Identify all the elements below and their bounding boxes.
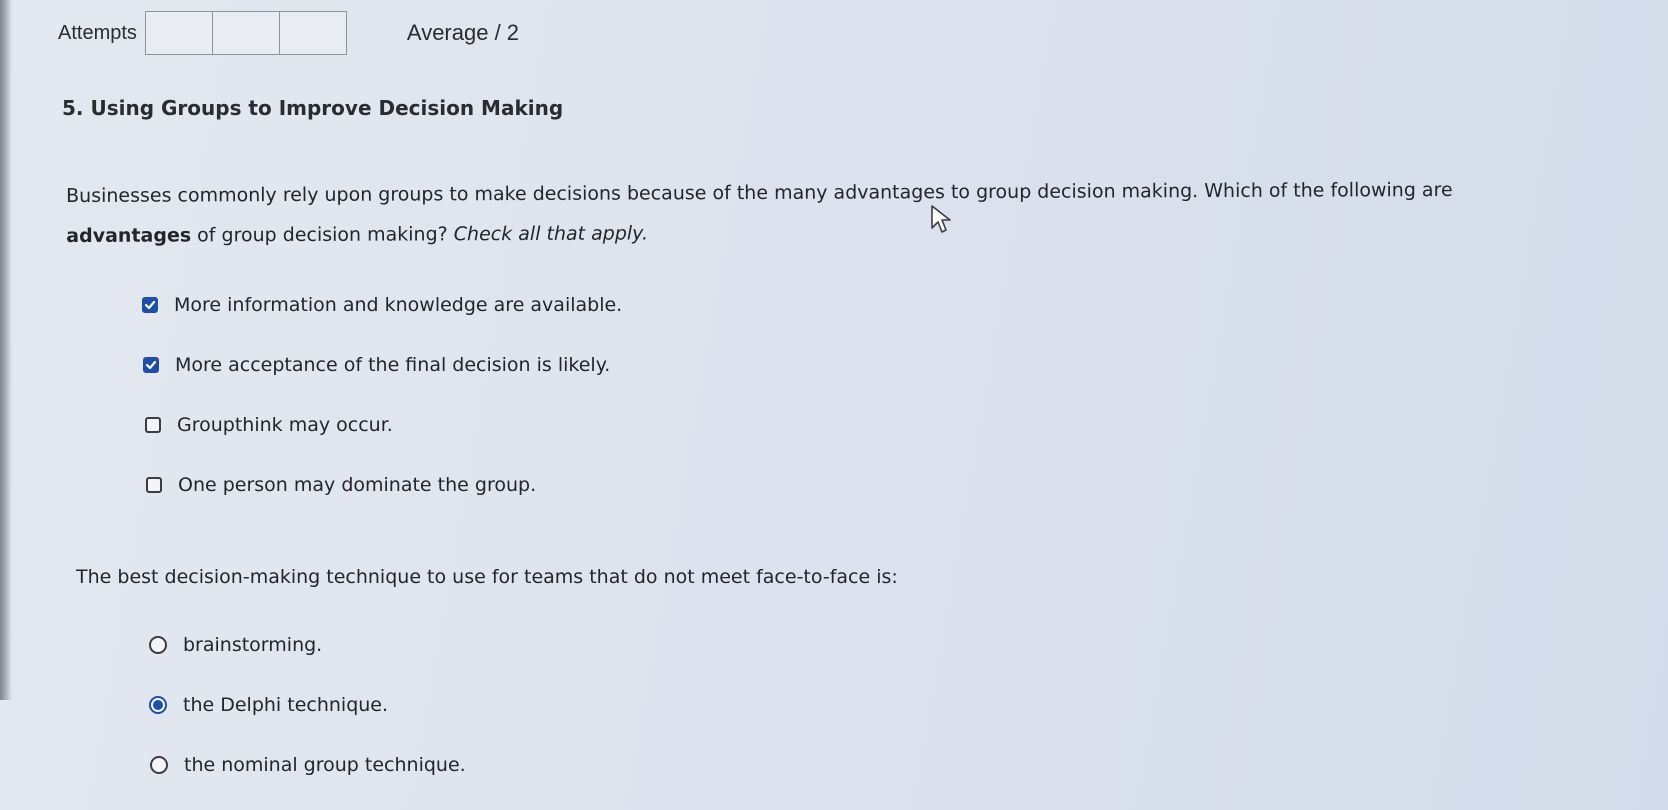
- radio-button-selected[interactable]: [149, 696, 167, 714]
- radio-option-3[interactable]: the nominal group technique.: [150, 754, 466, 776]
- attempt-box-1: [146, 12, 213, 54]
- attempt-box-3: [280, 12, 346, 54]
- checkbox-checked[interactable]: [142, 297, 158, 313]
- checkbox-label: More information and knowledge are avail…: [174, 294, 623, 316]
- radio-dot: [153, 700, 163, 710]
- prompt-text-1: Businesses commonly rely upon groups to …: [66, 178, 1453, 207]
- attempt-box-2: [213, 12, 280, 54]
- average-score: Average / 2: [406, 20, 520, 45]
- radio-button[interactable]: [149, 636, 167, 654]
- radio-option-1[interactable]: brainstorming.: [149, 634, 322, 656]
- checkbox-unchecked[interactable]: [145, 417, 161, 433]
- checkmark-icon: [144, 300, 156, 310]
- checkbox-checked[interactable]: [143, 357, 159, 373]
- checkbox-option-2[interactable]: More acceptance of the final decision is…: [143, 354, 610, 376]
- mouse-pointer-icon: [931, 205, 951, 233]
- attempt-boxes: [144, 11, 347, 55]
- question-title: 5. Using Groups to Improve Decision Maki…: [62, 96, 564, 120]
- checkbox-option-3[interactable]: Groupthink may occur.: [145, 414, 393, 436]
- prompt-text-2: of group decision making?: [191, 223, 454, 247]
- radio-label: brainstorming.: [183, 634, 323, 656]
- checkbox-option-1[interactable]: More information and knowledge are avail…: [142, 294, 622, 316]
- radio-label: the Delphi technique.: [183, 694, 389, 716]
- radio-label: the nominal group technique.: [184, 754, 466, 776]
- question-prompt: Businesses commonly rely upon groups to …: [66, 169, 1626, 256]
- radio-option-2[interactable]: the Delphi technique.: [149, 694, 388, 716]
- prompt-italic: Check all that apply.: [453, 222, 649, 246]
- checkmark-icon: [145, 360, 157, 370]
- attempts-bar: Attempts Average / 2: [58, 10, 519, 56]
- attempts-label: Attempts: [58, 21, 137, 44]
- question2-text: The best decision-making technique to us…: [76, 566, 898, 588]
- checkbox-option-4[interactable]: One person may dominate the group.: [146, 474, 536, 496]
- checkbox-label: One person may dominate the group.: [178, 474, 537, 496]
- checkbox-label: Groupthink may occur.: [177, 414, 393, 436]
- checkbox-label: More acceptance of the final decision is…: [175, 354, 611, 376]
- checkbox-unchecked[interactable]: [146, 477, 162, 493]
- radio-button[interactable]: [150, 756, 168, 774]
- window-left-edge: [0, 0, 12, 700]
- prompt-bold: advantages: [66, 224, 192, 247]
